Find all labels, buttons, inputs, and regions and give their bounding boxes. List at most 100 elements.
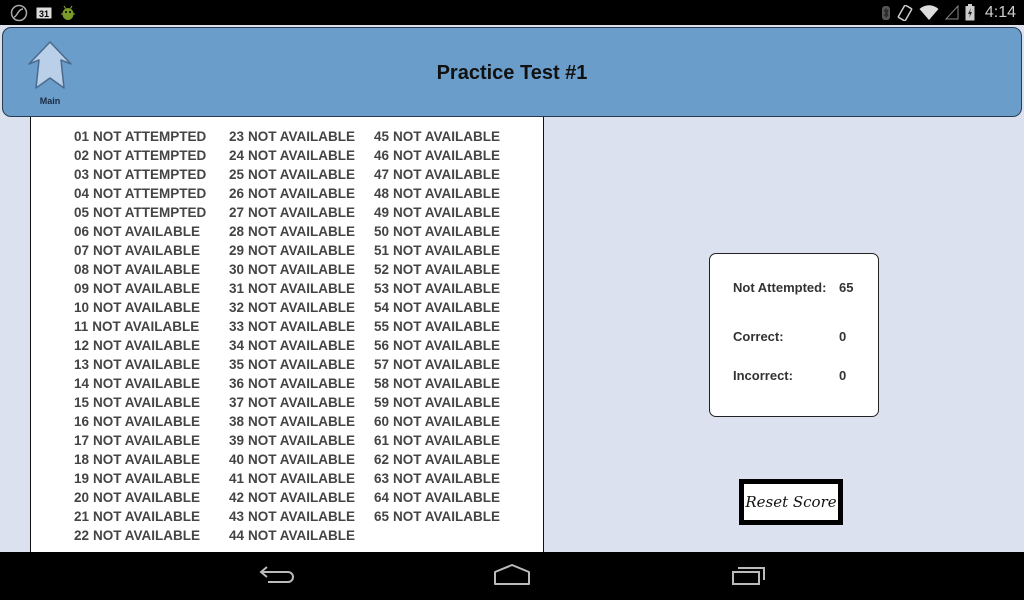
question-item[interactable]: 64 NOT AVAILABLE	[374, 488, 500, 507]
question-number: 49	[374, 205, 390, 220]
question-item[interactable]: 60 NOT AVAILABLE	[374, 412, 500, 431]
question-number: 16	[74, 414, 90, 429]
question-item[interactable]: 31 NOT AVAILABLE	[229, 279, 355, 298]
question-item[interactable]: 17 NOT AVAILABLE	[74, 431, 206, 450]
question-item[interactable]: 30 NOT AVAILABLE	[229, 260, 355, 279]
question-item[interactable]: 09 NOT AVAILABLE	[74, 279, 206, 298]
question-status: NOT AVAILABLE	[248, 433, 356, 448]
question-status: NOT AVAILABLE	[248, 471, 356, 486]
question-number: 06	[74, 224, 90, 239]
question-item[interactable]: 29 NOT AVAILABLE	[229, 241, 355, 260]
question-item[interactable]: 15 NOT AVAILABLE	[74, 393, 206, 412]
question-status: NOT AVAILABLE	[93, 224, 201, 239]
question-item[interactable]: 43 NOT AVAILABLE	[229, 507, 355, 526]
question-item[interactable]: 11 NOT AVAILABLE	[74, 317, 206, 336]
question-item[interactable]: 02 NOT ATTEMPTED	[74, 146, 206, 165]
home-button[interactable]	[487, 562, 537, 592]
question-status: NOT AVAILABLE	[248, 167, 356, 182]
recent-apps-button[interactable]	[724, 562, 774, 592]
question-item[interactable]: 44 NOT AVAILABLE	[229, 526, 355, 545]
question-number: 04	[74, 186, 90, 201]
question-column-2: 23 NOT AVAILABLE 24 NOT AVAILABLE 25 NOT AVAI…	[229, 127, 355, 545]
question-item[interactable]: 39 NOT AVAILABLE	[229, 431, 355, 450]
question-item[interactable]: 36 NOT AVAILABLE	[229, 374, 355, 393]
question-number: 21	[74, 509, 90, 524]
question-item[interactable]: 08 NOT AVAILABLE	[74, 260, 206, 279]
question-status: NOT AVAILABLE	[393, 129, 501, 144]
question-status: NOT AVAILABLE	[248, 319, 356, 334]
question-item[interactable]: 12 NOT AVAILABLE	[74, 336, 206, 355]
question-number: 36	[229, 376, 245, 391]
question-item[interactable]: 34 NOT AVAILABLE	[229, 336, 355, 355]
question-item[interactable]: 20 NOT AVAILABLE	[74, 488, 206, 507]
question-item[interactable]: 19 NOT AVAILABLE	[74, 469, 206, 488]
question-status: NOT AVAILABLE	[248, 452, 356, 467]
question-status: NOT AVAILABLE	[93, 433, 201, 448]
question-item[interactable]: 42 NOT AVAILABLE	[229, 488, 355, 507]
question-item[interactable]: 48 NOT AVAILABLE	[374, 184, 500, 203]
cell-signal-icon	[944, 5, 959, 20]
question-item[interactable]: 35 NOT AVAILABLE	[229, 355, 355, 374]
question-item[interactable]: 50 NOT AVAILABLE	[374, 222, 500, 241]
question-item[interactable]: 13 NOT AVAILABLE	[74, 355, 206, 374]
question-number: 62	[374, 452, 390, 467]
question-item[interactable]: 22 NOT AVAILABLE	[74, 526, 206, 545]
question-status: NOT AVAILABLE	[248, 129, 356, 144]
question-item[interactable]: 40 NOT AVAILABLE	[229, 450, 355, 469]
question-number: 29	[229, 243, 245, 258]
question-number: 43	[229, 509, 245, 524]
question-item[interactable]: 04 NOT ATTEMPTED	[74, 184, 206, 203]
question-item[interactable]: 52 NOT AVAILABLE	[374, 260, 500, 279]
question-item[interactable]: 06 NOT AVAILABLE	[74, 222, 206, 241]
question-item[interactable]: 26 NOT AVAILABLE	[229, 184, 355, 203]
question-item[interactable]: 65 NOT AVAILABLE	[374, 507, 500, 526]
question-item[interactable]: 10 NOT AVAILABLE	[74, 298, 206, 317]
back-button[interactable]	[251, 562, 301, 592]
question-item[interactable]: 38 NOT AVAILABLE	[229, 412, 355, 431]
question-item[interactable]: 25 NOT AVAILABLE	[229, 165, 355, 184]
question-number: 58	[374, 376, 390, 391]
sync-icon	[10, 4, 28, 22]
question-number: 50	[374, 224, 390, 239]
question-item[interactable]: 07 NOT AVAILABLE	[74, 241, 206, 260]
question-item[interactable]: 56 NOT AVAILABLE	[374, 336, 500, 355]
question-item[interactable]: 63 NOT AVAILABLE	[374, 469, 500, 488]
question-item[interactable]: 32 NOT AVAILABLE	[229, 298, 355, 317]
question-item[interactable]: 59 NOT AVAILABLE	[374, 393, 500, 412]
question-item[interactable]: 57 NOT AVAILABLE	[374, 355, 500, 374]
question-item[interactable]: 55 NOT AVAILABLE	[374, 317, 500, 336]
question-item[interactable]: 47 NOT AVAILABLE	[374, 165, 500, 184]
question-item[interactable]: 41 NOT AVAILABLE	[229, 469, 355, 488]
question-item[interactable]: 62 NOT AVAILABLE	[374, 450, 500, 469]
question-item[interactable]: 37 NOT AVAILABLE	[229, 393, 355, 412]
question-number: 08	[74, 262, 90, 277]
android-debug-icon	[60, 4, 76, 22]
question-status: NOT AVAILABLE	[248, 357, 356, 372]
question-item[interactable]: 21 NOT AVAILABLE	[74, 507, 206, 526]
question-item[interactable]: 14 NOT AVAILABLE	[74, 374, 206, 393]
question-status: NOT AVAILABLE	[393, 167, 501, 182]
question-item[interactable]: 16 NOT AVAILABLE	[74, 412, 206, 431]
question-status: NOT AVAILABLE	[248, 490, 356, 505]
question-status: NOT AVAILABLE	[393, 414, 501, 429]
question-item[interactable]: 54 NOT AVAILABLE	[374, 298, 500, 317]
recent-apps-icon	[731, 565, 767, 590]
reset-score-button[interactable]: Reset Score	[739, 479, 843, 525]
question-item[interactable]: 33 NOT AVAILABLE	[229, 317, 355, 336]
question-item[interactable]: 49 NOT AVAILABLE	[374, 203, 500, 222]
question-item[interactable]: 05 NOT ATTEMPTED	[74, 203, 206, 222]
question-item[interactable]: 24 NOT AVAILABLE	[229, 146, 355, 165]
question-item[interactable]: 61 NOT AVAILABLE	[374, 431, 500, 450]
question-item[interactable]: 03 NOT ATTEMPTED	[74, 165, 206, 184]
question-status: NOT ATTEMPTED	[93, 129, 207, 144]
question-item[interactable]: 01 NOT ATTEMPTED	[74, 127, 206, 146]
question-item[interactable]: 51 NOT AVAILABLE	[374, 241, 500, 260]
question-item[interactable]: 28 NOT AVAILABLE	[229, 222, 355, 241]
question-item[interactable]: 58 NOT AVAILABLE	[374, 374, 500, 393]
question-item[interactable]: 46 NOT AVAILABLE	[374, 146, 500, 165]
question-item[interactable]: 27 NOT AVAILABLE	[229, 203, 355, 222]
question-item[interactable]: 53 NOT AVAILABLE	[374, 279, 500, 298]
question-item[interactable]: 45 NOT AVAILABLE	[374, 127, 500, 146]
question-item[interactable]: 18 NOT AVAILABLE	[74, 450, 206, 469]
question-item[interactable]: 23 NOT AVAILABLE	[229, 127, 355, 146]
